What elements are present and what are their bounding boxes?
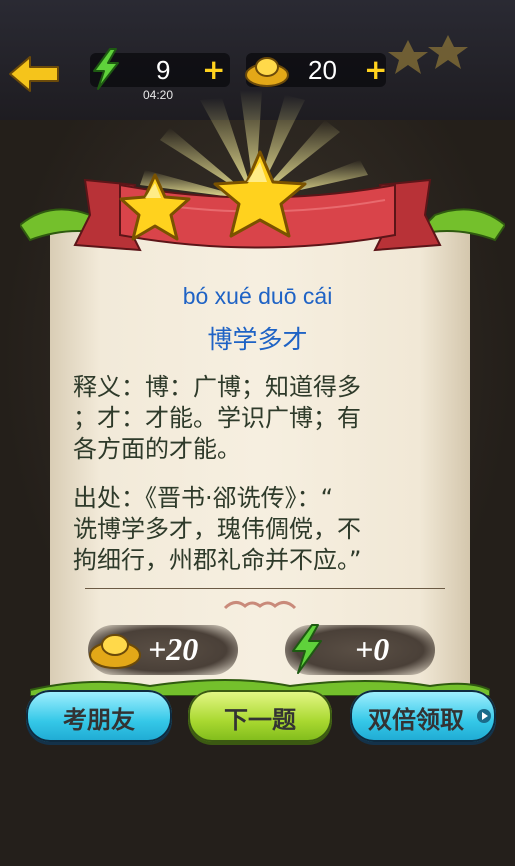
source-line: 拘细行，州郡礼命并不应。” [73,546,362,574]
energy-bolt-icon [292,624,322,674]
idiom-pinyin: bó xué duō cái [182,283,333,309]
next-question-label: 下一题 [224,706,296,734]
meaning-line: ；才：才能。学识广博；有 [73,404,361,432]
meaning-line: 各方面的才能。 [73,435,241,463]
idiom-meaning: 释义：博：广博；知道得多 ；才：才能。学识广博；有 各方面的才能。 [73,372,453,465]
double-reward-label: 双倍领取 [368,706,464,734]
double-reward-button[interactable]: 双倍领取 [350,690,496,742]
energy-reward-value: +0 [355,631,390,667]
meaning-line: 释义：博：广博；知道得多 [73,373,361,401]
next-question-button[interactable]: 下一题 [188,690,332,742]
play-video-icon [477,709,491,723]
gold-ingot-icon [89,634,141,669]
cloud-ornament-icon [223,601,297,610]
gold-reward-value: +20 [148,631,199,667]
ask-friend-button[interactable]: 考朋友 [26,690,172,742]
idiom-title: 博学多才 [207,325,308,354]
source-line: 诜博学多才，瑰伟倜傥，不 [73,515,361,543]
star-icon [119,173,191,241]
energy-reward: +0 [285,624,435,675]
gold-reward: +20 [88,625,238,675]
divider [85,588,445,589]
star-rating [119,150,307,241]
idiom-source: 出处：《晋书·郤诜传》：“ 诜博学多才，瑰伟倜傥，不 拘细行，州郡礼命并不应。” [73,483,453,576]
ask-friend-label: 考朋友 [63,706,135,734]
source-line: 出处：《晋书·郤诜传》：“ [73,484,334,512]
star-icon [213,150,307,238]
